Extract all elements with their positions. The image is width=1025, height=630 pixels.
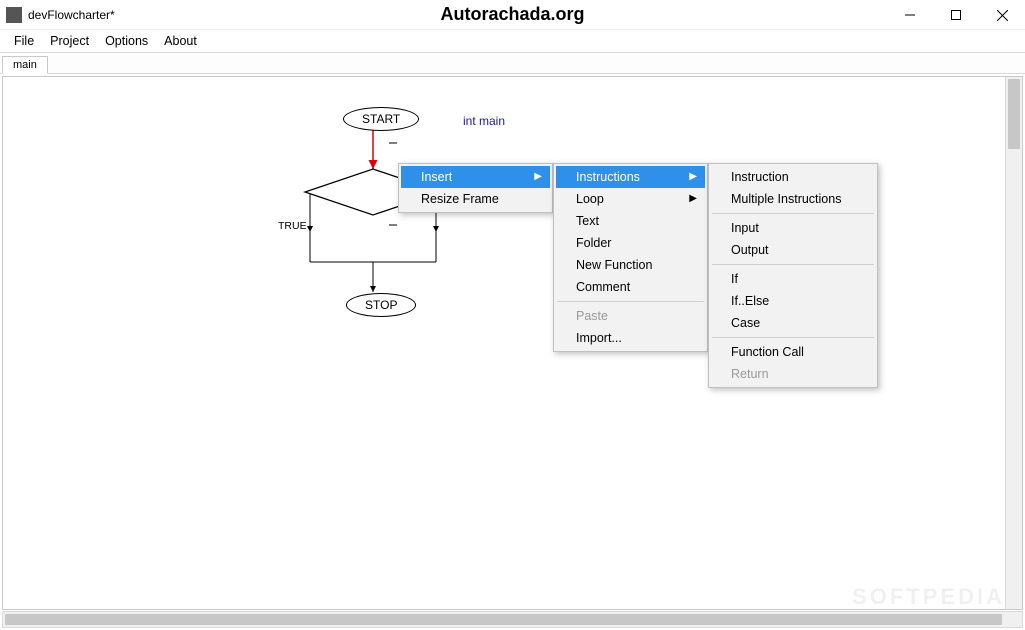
ctx-insert-label: Insert — [421, 170, 452, 184]
ctx-newfunc-label: New Function — [576, 258, 652, 272]
ctx-instruction-label: Instruction — [731, 170, 789, 184]
ctx-case[interactable]: Case — [711, 312, 875, 334]
ctx-folder-label: Folder — [576, 236, 611, 250]
flowchart-canvas[interactable]: START int main TRUE STOP Insert ▶ Resize… — [3, 77, 1022, 609]
watermark: SOFTPEDIA — [852, 584, 1005, 610]
ctx-output-label: Output — [731, 243, 769, 257]
ctx-input-label: Input — [731, 221, 759, 235]
context-menu-1: Insert ▶ Resize Frame — [398, 163, 553, 213]
menu-about[interactable]: About — [156, 32, 205, 50]
true-branch-label: TRUE — [278, 220, 307, 232]
ctx-multi-label: Multiple Instructions — [731, 192, 841, 206]
vertical-scrollbar[interactable] — [1005, 77, 1022, 609]
separator — [712, 213, 874, 214]
ctx-import-label: Import... — [576, 331, 622, 345]
app-icon — [6, 7, 22, 23]
ctx-if[interactable]: If — [711, 268, 875, 290]
ctx-resize-frame[interactable]: Resize Frame — [401, 188, 550, 210]
submenu-arrow-icon: ▶ — [534, 171, 542, 182]
submenu-arrow-icon: ▶ — [689, 171, 697, 182]
separator — [712, 337, 874, 338]
context-menu-2: Instructions ▶ Loop ▶ Text Folder New Fu… — [553, 163, 708, 352]
ctx-text[interactable]: Text — [556, 210, 705, 232]
ctx-return: Return — [711, 363, 875, 385]
submenu-arrow-icon: ▶ — [689, 193, 697, 204]
menubar: File Project Options About — [0, 30, 1025, 52]
menu-project[interactable]: Project — [42, 32, 97, 50]
ctx-paste: Paste — [556, 305, 705, 327]
ctx-resize-label: Resize Frame — [421, 192, 499, 206]
ctx-comment[interactable]: Comment — [556, 276, 705, 298]
ctx-import[interactable]: Import... — [556, 327, 705, 349]
ctx-case-label: Case — [731, 316, 760, 330]
ctx-ifelse[interactable]: If..Else — [711, 290, 875, 312]
ctx-ifelse-label: If..Else — [731, 294, 769, 308]
ctx-instructions[interactable]: Instructions ▶ — [556, 166, 705, 188]
titlebar: devFlowcharter* Autorachada.org — [0, 0, 1025, 30]
stop-label: STOP — [365, 298, 397, 312]
function-signature: int main — [463, 114, 505, 128]
close-button[interactable] — [979, 0, 1025, 30]
menu-file[interactable]: File — [6, 32, 42, 50]
context-menu-3: Instruction Multiple Instructions Input … — [708, 163, 878, 388]
ctx-paste-label: Paste — [576, 309, 608, 323]
ctx-text-label: Text — [576, 214, 599, 228]
canvas-container: START int main TRUE STOP Insert ▶ Resize… — [2, 76, 1023, 610]
ctx-instruction[interactable]: Instruction — [711, 166, 875, 188]
ctx-instructions-label: Instructions — [576, 170, 640, 184]
ctx-multiple-instructions[interactable]: Multiple Instructions — [711, 188, 875, 210]
flowchart-stop-node[interactable]: STOP — [346, 293, 416, 317]
maximize-icon — [951, 10, 961, 20]
ctx-new-function[interactable]: New Function — [556, 254, 705, 276]
ctx-loop-label: Loop — [576, 192, 604, 206]
ctx-function-call[interactable]: Function Call — [711, 341, 875, 363]
window-title: devFlowcharter* — [28, 8, 115, 22]
ctx-if-label: If — [731, 272, 738, 286]
horizontal-scrollbar[interactable] — [2, 611, 1023, 628]
maximize-button[interactable] — [933, 0, 979, 30]
tab-main[interactable]: main — [2, 56, 48, 74]
minimize-icon — [905, 10, 915, 20]
ctx-return-label: Return — [731, 367, 769, 381]
ctx-insert[interactable]: Insert ▶ — [401, 166, 550, 188]
tabstrip: main — [0, 52, 1025, 74]
close-icon — [997, 10, 1008, 21]
minimize-button[interactable] — [887, 0, 933, 30]
ctx-input[interactable]: Input — [711, 217, 875, 239]
separator — [712, 264, 874, 265]
flowchart-start-node[interactable]: START — [343, 107, 419, 131]
ctx-loop[interactable]: Loop ▶ — [556, 188, 705, 210]
ctx-output[interactable]: Output — [711, 239, 875, 261]
separator — [557, 301, 704, 302]
horizontal-scroll-thumb[interactable] — [5, 614, 1002, 625]
start-label: START — [362, 112, 400, 126]
ctx-comment-label: Comment — [576, 280, 630, 294]
window-controls — [887, 0, 1025, 30]
vertical-scroll-thumb[interactable] — [1008, 79, 1020, 149]
ctx-folder[interactable]: Folder — [556, 232, 705, 254]
overlay-brand: Autorachada.org — [0, 4, 1025, 25]
ctx-fcall-label: Function Call — [731, 345, 804, 359]
menu-options[interactable]: Options — [97, 32, 156, 50]
